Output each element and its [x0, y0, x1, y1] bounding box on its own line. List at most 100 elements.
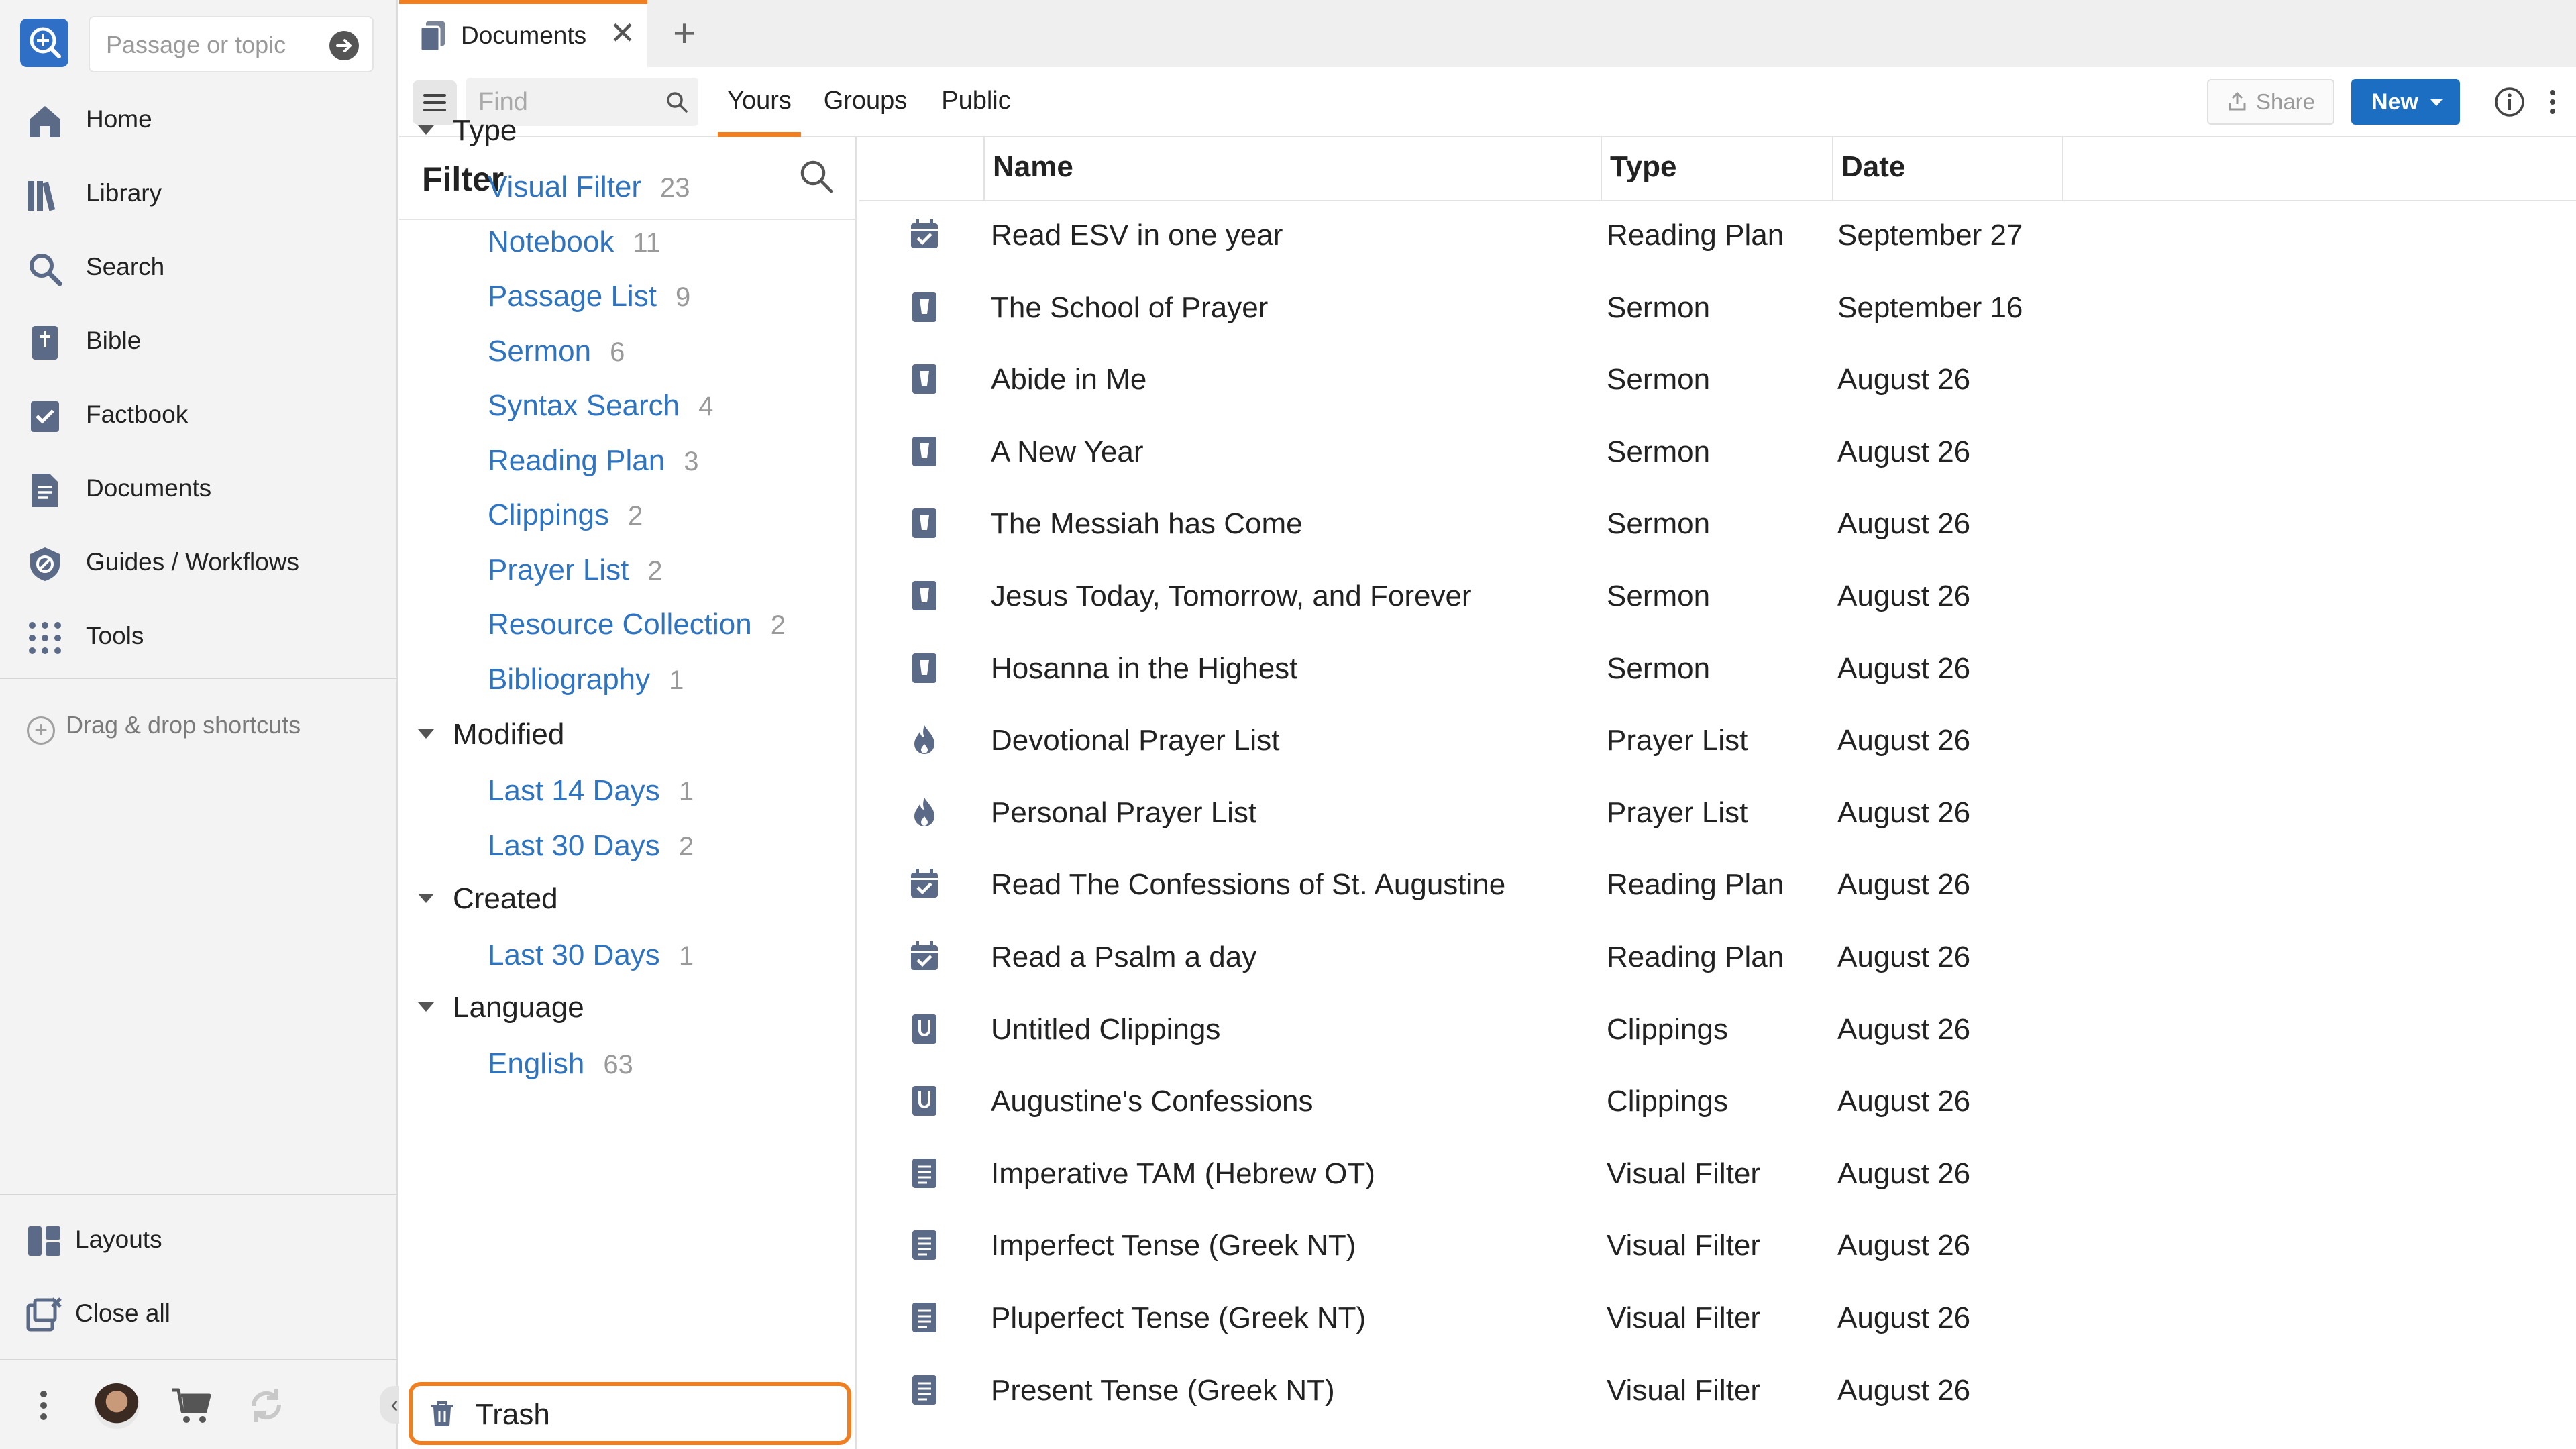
row-type: Reading Plan	[1607, 941, 1784, 973]
sidebar-item-factbook[interactable]: Factbook	[0, 377, 398, 451]
filter-item[interactable]: Last 30 Days 1	[488, 938, 694, 972]
table-row[interactable]: The School of Prayer Sermon September 16	[859, 271, 2576, 343]
table-row[interactable]: Personal Prayer List Prayer List August 26	[859, 776, 2576, 849]
sidebar-item-documents[interactable]: Documents	[0, 451, 398, 525]
filter-item[interactable]: Prayer List 2	[488, 553, 663, 587]
filter-item-count: 6	[610, 337, 625, 367]
share-icon	[2226, 91, 2248, 112]
tab-yours[interactable]: Yours	[718, 67, 801, 137]
user-avatar[interactable]	[94, 1383, 140, 1429]
info-icon[interactable]	[2492, 85, 2527, 119]
sidebar-item-bible[interactable]: Bible	[0, 303, 398, 377]
table-row[interactable]: Jesus Today, Tomorrow, and Forever Sermon…	[859, 559, 2576, 632]
filter-item[interactable]: Notebook 11	[488, 225, 661, 259]
logos-search-logo-icon[interactable]	[20, 19, 68, 67]
table-row[interactable]: Present Tense (Greek NT) Visual Filter Aug…	[859, 1354, 2576, 1426]
go-arrow-icon[interactable]	[329, 31, 359, 60]
column-header-date[interactable]: Date	[1832, 137, 2063, 201]
row-name: Jesus Today, Tomorrow, and Forever	[991, 580, 1472, 612]
sidebar-item-tools[interactable]: Tools	[0, 598, 398, 672]
more-vertical-icon[interactable]	[20, 1382, 67, 1429]
new-document-button[interactable]: New	[2351, 79, 2460, 125]
search-icon	[25, 250, 64, 288]
share-button[interactable]: Share	[2207, 79, 2334, 125]
row-date: August 26	[1837, 1157, 1971, 1190]
filter-item-label: Bibliography	[488, 662, 651, 696]
row-name: Imperative TAM (Hebrew OT)	[991, 1157, 1375, 1190]
filter-item[interactable]: Visual Filter 23	[488, 170, 690, 204]
tab-documents[interactable]: Documents ✕	[399, 0, 647, 67]
table-row[interactable]: Imperative TAM (Hebrew OT) Visual Filter A…	[859, 1137, 2576, 1210]
table-row[interactable]: Augustine's Confessions Clippings August 2…	[859, 1065, 2576, 1137]
documents-toolbar: Yours Groups Public Share New	[399, 67, 2576, 137]
cart-icon[interactable]	[168, 1382, 215, 1429]
filter-item[interactable]: Syntax Search 4	[488, 389, 713, 423]
tab-groups[interactable]: Groups	[815, 67, 916, 137]
sidebar-item-guides-workflows[interactable]: Guides / Workflows	[0, 525, 398, 598]
sidebar-item-label: Guides / Workflows	[86, 548, 300, 576]
row-date: August 26	[1837, 868, 1971, 902]
filter-item[interactable]: Passage List 9	[488, 280, 690, 313]
sidebar-item-home[interactable]: Home	[0, 82, 398, 156]
tab-strip: Documents ✕ +	[399, 0, 2576, 67]
layouts-button[interactable]: Layouts	[25, 1222, 162, 1260]
table-row[interactable]: Untitled Clippings Clippings August 26	[859, 993, 2576, 1065]
close-all-icon	[25, 1296, 63, 1334]
filter-item-label: Last 14 Days	[488, 774, 660, 807]
filter-item[interactable]: Reading Plan 3	[488, 444, 698, 478]
sidebar-item-search[interactable]: Search	[0, 229, 398, 303]
table-row[interactable]: Read ESV in one year Reading Plan Septembe…	[859, 199, 2576, 271]
filter-group-created[interactable]: Created	[418, 882, 558, 916]
filter-group-language[interactable]: Language	[418, 991, 584, 1024]
sync-icon[interactable]	[243, 1382, 290, 1429]
filter-item-label: Syntax Search	[488, 389, 680, 422]
search-icon[interactable]	[797, 157, 836, 196]
column-header-name[interactable]: Name	[983, 137, 1601, 201]
search-icon[interactable]	[665, 90, 689, 114]
row-date: August 26	[1837, 1085, 1971, 1118]
filter-group-modified[interactable]: Modified	[418, 718, 564, 751]
sidebar-item-library[interactable]: Library	[0, 156, 398, 229]
add-circle-icon: +	[27, 716, 55, 745]
row-name: Pluperfect Tense (Greek NT)	[991, 1301, 1366, 1334]
filter-item-count: 4	[698, 392, 714, 421]
filter-item[interactable]: Last 14 Days 1	[488, 774, 694, 808]
table-row[interactable]: Abide in Me Sermon August 26	[859, 343, 2576, 415]
table-row[interactable]: The Messiah has Come Sermon August 26	[859, 487, 2576, 559]
tab-public[interactable]: Public	[932, 67, 1020, 137]
table-row[interactable]: Pluperfect Tense (Greek NT) Visual Filter…	[859, 1281, 2576, 1354]
drag-drop-shortcuts[interactable]: + Drag & drop shortcuts	[27, 711, 301, 745]
sidebar-item-label: Tools	[86, 622, 144, 649]
sidebar-divider	[0, 678, 398, 679]
close-tab-icon[interactable]: ✕	[606, 16, 639, 50]
filter-item[interactable]: Sermon 6	[488, 335, 625, 368]
passage-input[interactable]	[106, 28, 321, 62]
filter-item-count: 1	[678, 941, 694, 971]
filter-item[interactable]: Last 30 Days 2	[488, 829, 694, 863]
column-header-type[interactable]: Type	[1601, 137, 1832, 201]
table-row[interactable]: Read a Psalm a day Reading Plan August 26	[859, 920, 2576, 993]
table-row[interactable]: Devotional Prayer List Prayer List August …	[859, 704, 2576, 776]
row-name: Augustine's Confessions	[991, 1085, 1313, 1118]
table-row[interactable]: Imperfect Tense (Greek NT) Visual Filter A…	[859, 1209, 2576, 1281]
close-all-button[interactable]: Close all	[25, 1296, 170, 1334]
more-vertical-icon[interactable]	[2544, 85, 2561, 119]
row-name: A New Year	[991, 435, 1144, 468]
add-tab-icon[interactable]: +	[664, 13, 704, 54]
row-name: Read The Confessions of St. Augustine	[991, 868, 1506, 902]
filter-item-count: 2	[627, 501, 643, 531]
filter-item[interactable]: Bibliography 1	[488, 663, 684, 696]
table-row[interactable]: Hosanna in the Highest Sermon August 26	[859, 632, 2576, 704]
table-row[interactable]: A New Year Sermon August 26	[859, 415, 2576, 488]
filter-group-type[interactable]: Type	[418, 114, 517, 148]
caret-down-icon	[418, 729, 434, 739]
row-date: August 26	[1837, 1301, 1971, 1334]
sidebar-item-label: Home	[86, 105, 152, 133]
filter-item[interactable]: Resource Collection 2	[488, 608, 786, 641]
filter-item[interactable]: English 63	[488, 1047, 633, 1081]
filter-item-count: 2	[770, 610, 786, 640]
filter-item-count: 1	[678, 777, 694, 806]
trash-button[interactable]: Trash	[409, 1382, 851, 1445]
filter-item[interactable]: Clippings 2	[488, 498, 643, 532]
table-row[interactable]: Read The Confessions of St. Augustine Rea…	[859, 848, 2576, 920]
